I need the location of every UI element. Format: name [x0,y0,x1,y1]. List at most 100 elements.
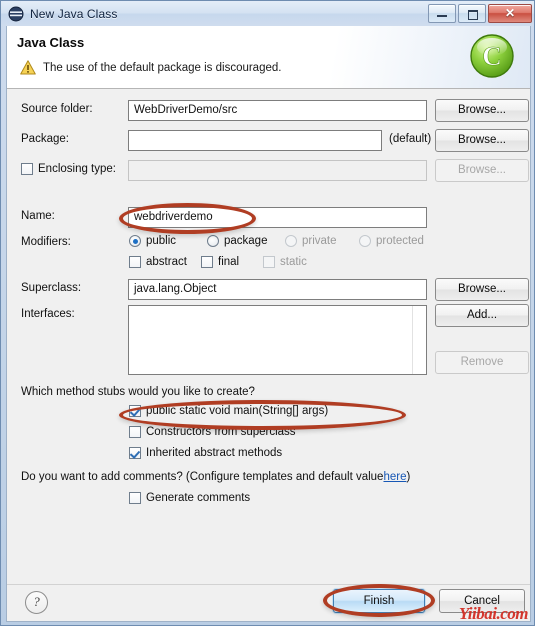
interfaces-label-wrap: Interfaces: [21,308,75,320]
radio-private-wrap: private [285,235,337,247]
enclosing-type-label: Enclosing type: [38,163,116,175]
java-class-green-c-icon: C [468,32,516,80]
checkbox-generate-comments-indicator[interactable] [129,492,141,504]
banner-message-row: The use of the default package is discou… [20,60,281,75]
checkbox-main-wrap[interactable]: public static void main(String[] args) [129,405,328,417]
site-watermark: Yiibai.com [458,604,529,623]
checkbox-main-label: public static void main(String[] args) [146,405,329,417]
dialog-button-bar: ? Finish Cancel [7,584,530,621]
method-stub-inherited[interactable]: Inherited abstract methods [129,447,282,459]
checkbox-constructors-indicator[interactable] [129,426,141,438]
package-browse-button[interactable]: Browse... [435,129,529,152]
comments-question-prefix: Do you want to add comments? (Configure … [21,471,384,483]
radio-private-label: private [302,235,337,247]
name-label: Name: [21,210,55,222]
enclosing-type-browse-button: Browse... [435,159,529,182]
modifier-radio-package[interactable]: package [207,235,267,247]
enclosing-type-row[interactable]: Enclosing type: [21,163,116,175]
name-label-wrap: Name: [21,210,55,222]
modifier-radio-public[interactable]: public [129,235,176,247]
modifier-checkbox-static: static [263,256,307,268]
radio-public-indicator[interactable] [129,235,141,247]
maximize-button[interactable] [458,4,486,23]
interfaces-remove-button: Remove [435,351,529,374]
name-input[interactable]: webdriverdemo [128,207,427,228]
interfaces-label: Interfaces: [21,308,75,320]
method-stub-main[interactable]: public static void main(String[] args) [129,405,328,417]
enclosing-type-checkbox[interactable] [21,163,33,175]
dialog-body: Java Class The use of the default packag… [6,26,531,622]
modifier-checkbox-abstract[interactable]: abstract [129,256,187,268]
modifier-radio-private: private [285,235,337,247]
modifiers-label-wrap: Modifiers: [21,236,71,248]
checkbox-inherited-wrap[interactable]: Inherited abstract methods [129,447,282,459]
dialog-banner: Java Class The use of the default packag… [7,26,530,89]
warning-triangle-icon [20,60,36,75]
radio-protected-wrap: protected [359,235,424,247]
new-java-class-dialog-window: New Java Class ✕ Java Class The use of t… [0,0,535,626]
package-default-hint: (default) [389,133,432,145]
help-button[interactable]: ? [25,591,48,614]
checkbox-static-wrap: static [263,256,307,268]
radio-private-indicator [285,235,297,247]
modifier-checkbox-final[interactable]: final [201,256,239,268]
close-button[interactable]: ✕ [488,4,532,23]
radio-package-label: package [224,235,268,247]
interfaces-add-button[interactable]: Add... [435,304,529,327]
window-title: New Java Class [30,6,118,21]
source-folder-label-wrap: Source folder: [21,103,93,115]
checkbox-generate-comments-wrap[interactable]: Generate comments [129,492,250,504]
checkbox-constructors-wrap[interactable]: Constructors from superclass [129,426,296,438]
method-stubs-question: Which method stubs would you like to cre… [21,386,255,398]
checkbox-abstract-wrap[interactable]: abstract [129,256,187,268]
radio-public-label: public [146,235,177,247]
superclass-input[interactable]: java.lang.Object [128,279,427,300]
java-package-icon [8,6,24,22]
title-bar: New Java Class ✕ [1,1,534,26]
configure-templates-link[interactable]: here [383,471,406,483]
checkbox-constructors-label: Constructors from superclass [146,426,296,438]
radio-package-wrap[interactable]: package [207,235,267,247]
radio-protected-label: protected [376,235,424,247]
package-input[interactable] [128,130,382,151]
checkbox-static-indicator [263,256,275,268]
source-folder-browse-button[interactable]: Browse... [435,99,529,122]
svg-text:C: C [482,41,502,71]
package-label: Package: [21,133,69,145]
minimize-icon [437,15,447,17]
interfaces-listbox[interactable] [128,305,427,375]
radio-package-indicator[interactable] [207,235,219,247]
source-folder-label: Source folder: [21,103,93,115]
checkbox-static-label: static [280,256,307,268]
comments-question-suffix: ) [406,471,411,483]
checkbox-final-indicator[interactable] [201,256,213,268]
minimize-button[interactable] [428,4,456,23]
checkbox-final-wrap[interactable]: final [201,256,239,268]
checkbox-inherited-indicator[interactable] [129,447,141,459]
modifier-radio-protected: protected [359,235,424,247]
checkbox-final-label: final [218,256,240,268]
generate-comments-row[interactable]: Generate comments [129,492,250,504]
checkbox-inherited-label: Inherited abstract methods [146,447,283,459]
checkbox-main-indicator[interactable] [129,405,141,417]
method-stubs-question-wrap: Which method stubs would you like to cre… [21,386,255,398]
package-label-wrap: Package: [21,133,69,145]
radio-protected-indicator [359,235,371,247]
superclass-browse-button[interactable]: Browse... [435,278,529,301]
checkbox-generate-comments-label: Generate comments [146,492,251,504]
maximize-icon [468,10,478,20]
checkbox-abstract-indicator[interactable] [129,256,141,268]
method-stub-constructors[interactable]: Constructors from superclass [129,426,296,438]
interfaces-scrollbar[interactable] [412,306,426,374]
enclosing-type-checkbox-wrap[interactable]: Enclosing type: [21,163,116,175]
source-folder-input[interactable]: WebDriverDemo/src [128,100,427,121]
page-title: Java Class [17,35,85,50]
modifiers-label: Modifiers: [21,236,71,248]
superclass-label-wrap: Superclass: [21,282,81,294]
banner-message: The use of the default package is discou… [43,61,282,74]
checkbox-abstract-label: abstract [146,256,187,268]
window-controls: ✕ [428,4,532,23]
enclosing-type-input [128,160,427,181]
radio-public-wrap[interactable]: public [129,235,176,247]
finish-button[interactable]: Finish [333,589,425,613]
